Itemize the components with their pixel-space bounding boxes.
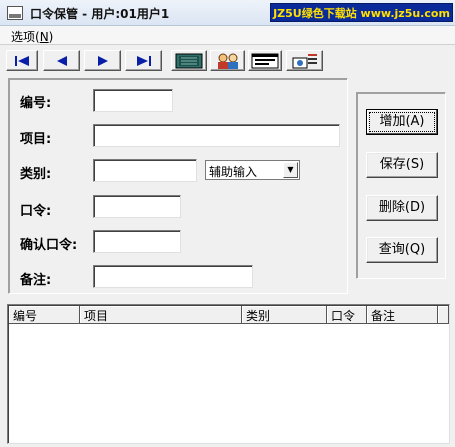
confirm-password-field[interactable] xyxy=(93,230,181,253)
password-label: 口令: xyxy=(20,204,52,219)
column-header-remark[interactable]: 备注 xyxy=(367,306,438,324)
confirm-password-label: 确认口令: xyxy=(20,238,78,253)
last-record-icon xyxy=(136,55,151,66)
menu-bar: 选项(N) xyxy=(0,26,455,45)
window-list-button[interactable] xyxy=(248,50,282,71)
column-header-filler xyxy=(438,306,449,324)
column-header-password[interactable]: 口令 xyxy=(327,306,367,324)
column-header-category[interactable]: 类别 xyxy=(242,306,327,324)
category-label: 类别: xyxy=(20,167,52,182)
settings-icon xyxy=(292,53,317,68)
item-label: 项目: xyxy=(20,132,52,147)
title-bar[interactable]: 口令保管 - 用户:01用户1 JZ5U绿色下载站 www.jz5u.com xyxy=(0,0,455,26)
toolbar xyxy=(0,46,455,76)
item-field[interactable] xyxy=(93,124,340,147)
category-assist-value: 辅助输入 xyxy=(209,165,258,179)
last-record-button[interactable] xyxy=(125,50,162,71)
add-button[interactable]: 增加(A) xyxy=(366,109,438,135)
settings-button[interactable] xyxy=(286,50,323,71)
category-assist-select[interactable]: 辅助输入 ▼ xyxy=(205,160,300,180)
first-record-icon xyxy=(15,55,29,66)
users-icon xyxy=(217,53,238,69)
query-button[interactable]: 查询(Q) xyxy=(366,237,438,263)
previous-record-icon xyxy=(56,55,67,66)
record-form-panel xyxy=(8,78,348,294)
app-icon xyxy=(7,6,23,20)
number-field[interactable] xyxy=(93,89,173,112)
window-list-icon xyxy=(251,53,279,68)
number-label: 编号: xyxy=(20,96,52,111)
database-button[interactable] xyxy=(171,50,207,71)
password-field[interactable] xyxy=(93,195,181,218)
next-record-button[interactable] xyxy=(84,50,121,71)
database-icon xyxy=(175,53,203,68)
next-record-icon xyxy=(97,55,108,66)
category-field[interactable] xyxy=(93,159,197,182)
column-header-item[interactable]: 项目 xyxy=(80,306,242,324)
column-header-number[interactable]: 编号 xyxy=(9,306,80,324)
menu-item-options[interactable]: 选项(N) xyxy=(11,28,53,45)
save-button[interactable]: 保存(S) xyxy=(366,152,438,178)
previous-record-button[interactable] xyxy=(43,50,80,71)
table-header: 编号 项目 类别 口令 备注 xyxy=(9,306,449,324)
records-table[interactable]: 编号 项目 类别 口令 备注 xyxy=(7,304,450,444)
remark-label: 备注: xyxy=(20,273,52,288)
users-button[interactable] xyxy=(210,50,245,71)
remark-field[interactable] xyxy=(93,265,253,288)
delete-button[interactable]: 删除(D) xyxy=(366,195,438,221)
window-title: 口令保管 - 用户:01用户1 xyxy=(30,7,170,21)
first-record-button[interactable] xyxy=(6,50,38,71)
watermark-banner: JZ5U绿色下载站 www.jz5u.com xyxy=(270,3,453,22)
chevron-down-icon[interactable]: ▼ xyxy=(283,162,298,178)
